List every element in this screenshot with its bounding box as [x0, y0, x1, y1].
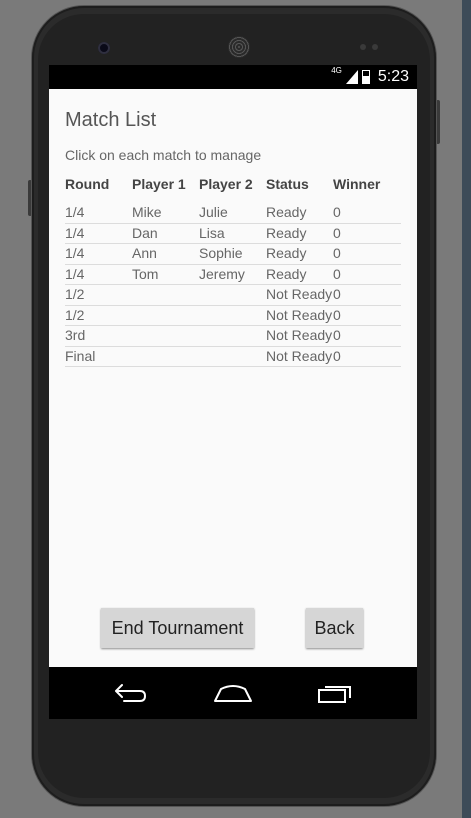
cell-winner: 0 [333, 204, 341, 220]
match-list: 1/4 Mike Julie Ready 0 1/4 Dan Lisa Read… [65, 203, 401, 367]
cell-player-2: Lisa [199, 224, 225, 241]
navigation-bar [49, 667, 417, 719]
signal-icon [345, 70, 358, 84]
network-type: 4G [331, 66, 342, 75]
cell-status: Not Ready [266, 327, 333, 343]
match-row[interactable]: 1/2 Not Ready 0 [65, 285, 401, 306]
cell-status: Ready [266, 265, 307, 282]
cell-round: 1/4 [65, 224, 85, 241]
match-row[interactable]: 1/4 Dan Lisa Ready 0 [65, 224, 401, 244]
match-row[interactable]: 1/4 Mike Julie Ready 0 [65, 203, 401, 224]
battery-icon [361, 70, 370, 84]
back-button[interactable]: Back [306, 608, 363, 648]
cell-winner: 0 [333, 265, 341, 282]
cell-player-1: Ann [132, 245, 157, 261]
cell-status: Not Ready [266, 347, 333, 364]
cell-winner: 0 [333, 347, 341, 364]
cell-player-1: Tom [132, 265, 159, 282]
header-status: Status [266, 176, 309, 192]
back-icon[interactable] [112, 681, 148, 705]
cell-status: Ready [266, 245, 307, 261]
page-subtitle: Click on each match to manage [65, 147, 262, 163]
page-title: Match List [65, 109, 157, 131]
proximity-sensor [360, 44, 366, 50]
cell-status: Not Ready [266, 286, 333, 302]
cell-round: 3rd [65, 327, 86, 343]
header-round: Round [65, 176, 110, 192]
cell-player-1: Mike [132, 204, 162, 220]
earpiece-speaker [228, 36, 250, 58]
cell-player-1: Dan [132, 224, 158, 241]
light-sensor [372, 44, 378, 50]
recents-icon[interactable] [316, 681, 354, 705]
home-icon[interactable] [213, 681, 253, 705]
end-tournament-button[interactable]: End Tournament [101, 608, 254, 648]
front-camera [98, 42, 110, 54]
match-row[interactable]: 1/4 Ann Sophie Ready 0 [65, 244, 401, 265]
cell-round: 1/4 [65, 265, 85, 282]
cell-round: 1/2 [65, 286, 85, 302]
cell-status: Ready [266, 204, 307, 220]
cell-winner: 0 [333, 306, 341, 323]
match-row[interactable]: 3rd Not Ready 0 [65, 326, 401, 347]
cell-player-2: Julie [199, 204, 228, 220]
header-player-1: Player 1 [132, 176, 186, 192]
status-bar: 4G 5:23 [49, 65, 417, 89]
cell-status: Ready [266, 224, 307, 241]
cell-round: 1/4 [65, 245, 85, 261]
cell-round: 1/2 [65, 306, 85, 323]
device-power-button [436, 100, 440, 144]
cell-round: 1/4 [65, 204, 85, 220]
cell-status: Not Ready [266, 306, 333, 323]
cell-winner: 0 [333, 286, 341, 302]
match-row[interactable]: 1/4 Tom Jeremy Ready 0 [65, 265, 401, 285]
app-screen: 4G 5:23 Match List Click on each match t… [49, 65, 417, 719]
header-winner: Winner [333, 176, 381, 192]
cell-winner: 0 [333, 327, 341, 343]
status-icons: 4G 5:23 [331, 66, 409, 86]
cell-player-2: Sophie [199, 245, 243, 261]
background-strip [462, 0, 471, 818]
status-time: 5:23 [377, 68, 409, 85]
cell-round: Final [65, 347, 96, 364]
match-row[interactable]: Final Not Ready 0 [65, 347, 401, 367]
header-player-2: Player 2 [199, 176, 253, 192]
cell-player-2: Jeremy [199, 265, 245, 282]
match-row[interactable]: 1/2 Not Ready 0 [65, 306, 401, 326]
cell-winner: 0 [333, 224, 341, 241]
cell-winner: 0 [333, 245, 341, 261]
table-header: Round Player 1 Player 2 Status Winner [65, 176, 401, 196]
